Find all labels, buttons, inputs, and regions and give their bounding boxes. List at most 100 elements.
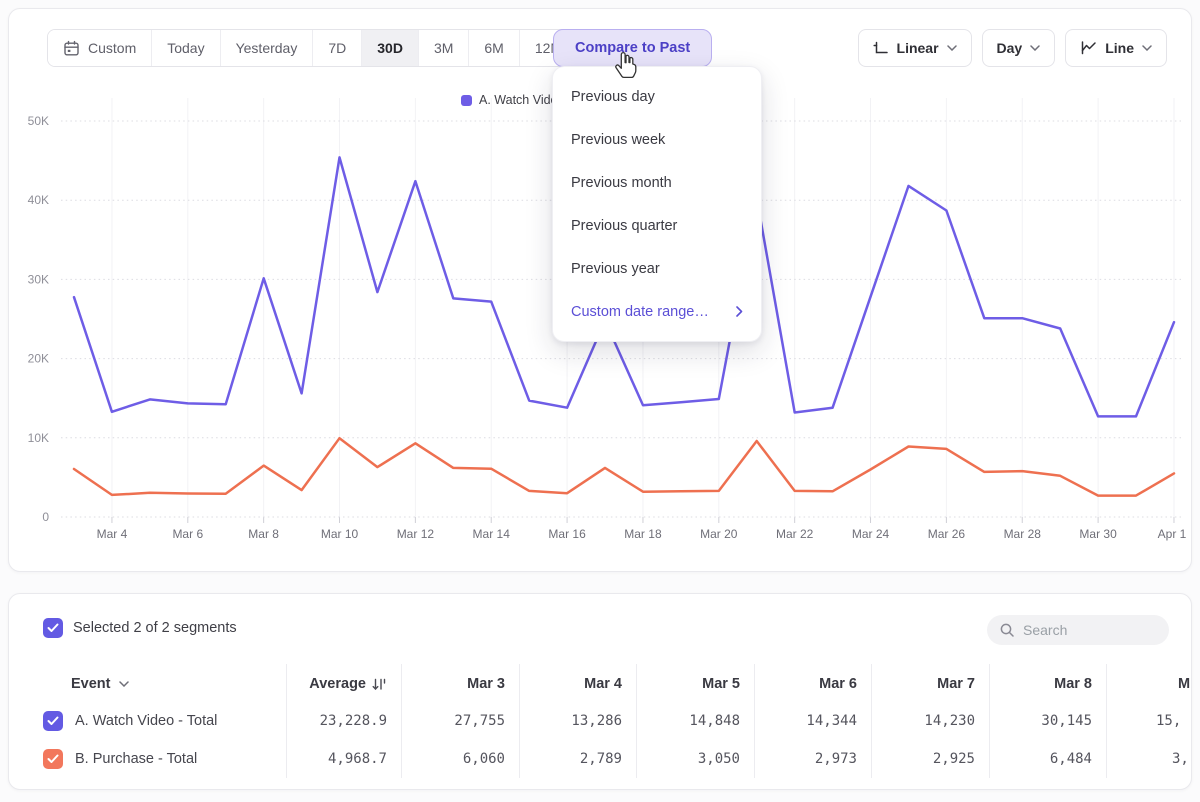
range-button-30d[interactable]: 30D	[362, 30, 419, 66]
x-tick-label: Mar 16	[548, 527, 586, 541]
compare-to-past-label: Compare to Past	[575, 40, 690, 56]
value-cell: 2,789	[519, 751, 636, 767]
range-button-yesterday[interactable]: Yesterday	[221, 30, 314, 66]
column-header-mar-4: Mar 4	[519, 676, 636, 692]
segment-label: A. Watch Video - Total	[75, 713, 217, 729]
date-range-segmented-control: CustomTodayYesterday7D30D3M6M12M	[47, 29, 578, 67]
range-button-label: 3M	[434, 40, 453, 56]
compare-to-past-menu: Previous day Previous week Previous month P…	[552, 66, 762, 342]
x-tick-label: Mar 26	[928, 527, 966, 541]
menu-item-label: Previous week	[571, 132, 665, 148]
calendar-icon	[63, 40, 80, 57]
y-tick-label: 10K	[28, 431, 49, 445]
table-row-a-watch-video-total: A. Watch Video - Total 23,228.927,75513,2…	[9, 702, 1192, 740]
column-divider	[871, 664, 872, 778]
menu-item-previous-day[interactable]: Previous day	[553, 75, 761, 118]
linear-scale-icon	[873, 40, 889, 56]
column-divider	[286, 664, 287, 778]
segment-checkbox[interactable]	[43, 749, 63, 769]
column-header-mar-3: Mar 3	[401, 676, 519, 692]
value-cell: 27,755	[401, 713, 519, 729]
value-cell: 14,230	[871, 713, 989, 729]
compare-to-past-button[interactable]: Compare to Past	[553, 29, 712, 67]
y-tick-label: 50K	[28, 114, 49, 128]
chevron-down-icon	[1030, 45, 1040, 51]
value-cell: 3,050	[636, 751, 754, 767]
menu-item-label: Previous month	[571, 175, 672, 191]
range-button-label: Yesterday	[236, 40, 298, 56]
range-button-custom[interactable]: Custom	[48, 30, 152, 66]
x-tick-label: Mar 20	[700, 527, 738, 541]
value-cell: 6,060	[401, 751, 519, 767]
value-cell-clipped: 3,	[1106, 751, 1192, 767]
y-tick-label: 30K	[28, 272, 49, 286]
range-button-3m[interactable]: 3M	[419, 30, 469, 66]
search-input[interactable]	[1023, 622, 1153, 638]
menu-item-previous-week[interactable]: Previous week	[553, 118, 761, 161]
y-tick-label: 40K	[28, 193, 49, 207]
check-icon	[47, 623, 59, 633]
x-tick-label: Mar 30	[1079, 527, 1117, 541]
column-header-mar-5: Mar 5	[636, 676, 754, 692]
average-header-label: Average	[309, 676, 366, 692]
value-cell: 6,484	[989, 751, 1106, 767]
check-icon	[47, 716, 59, 726]
table-header-row: EventAverageMar 3Mar 4Mar 5Mar 6Mar 7Mar…	[9, 666, 1192, 702]
x-tick-label: Mar 8	[248, 527, 279, 541]
value-cell: 30,145	[989, 713, 1106, 729]
column-header-mar-6: Mar 6	[754, 676, 871, 692]
range-button-label: Custom	[88, 40, 136, 56]
value-cell: 13,286	[519, 713, 636, 729]
column-divider	[519, 664, 520, 778]
segment-search[interactable]	[987, 615, 1169, 645]
value-cell: 14,848	[636, 713, 754, 729]
column-divider	[754, 664, 755, 778]
range-button-7d[interactable]: 7D	[313, 30, 362, 66]
range-button-6m[interactable]: 6M	[469, 30, 519, 66]
x-tick-label: Mar 28	[1004, 527, 1042, 541]
granularity-dropdown-button[interactable]: Day	[982, 29, 1056, 67]
chart-type-dropdown-button[interactable]: Line	[1065, 29, 1167, 67]
granularity-label: Day	[997, 40, 1023, 56]
scale-dropdown-button[interactable]: Linear	[858, 29, 972, 67]
menu-item-label: Previous year	[571, 261, 660, 277]
menu-item-previous-year[interactable]: Previous year	[553, 247, 761, 290]
x-tick-label: Mar 4	[97, 527, 128, 541]
x-tick-label: Apr 1	[1158, 527, 1187, 541]
y-tick-label: 20K	[28, 352, 49, 366]
analytics-dashboard: CustomTodayYesterday7D30D3M6M12M Compare…	[0, 0, 1200, 802]
x-tick-label: Mar 12	[397, 527, 435, 541]
column-header-average[interactable]: Average	[286, 676, 401, 692]
range-button-today[interactable]: Today	[152, 30, 220, 66]
menu-item-custom-date-range[interactable]: Custom date range…	[553, 290, 761, 333]
menu-item-label: Previous day	[571, 89, 655, 105]
range-button-label: 7D	[328, 40, 346, 56]
value-cell: 14,344	[754, 713, 871, 729]
segments-card: Selected 2 of 2 segments EventAverageMar…	[8, 593, 1192, 790]
menu-item-label: Previous quarter	[571, 218, 677, 234]
menu-item-previous-quarter[interactable]: Previous quarter	[553, 204, 761, 247]
column-header-mar-8: Mar 8	[989, 676, 1106, 692]
menu-item-previous-month[interactable]: Previous month	[553, 161, 761, 204]
x-tick-label: Mar 6	[172, 527, 203, 541]
line-chart-icon	[1080, 40, 1097, 56]
column-header-event[interactable]: Event	[49, 676, 286, 692]
search-icon	[999, 622, 1015, 638]
chevron-down-icon	[1142, 45, 1152, 51]
chevron-down-icon	[947, 45, 957, 51]
menu-item-label: Custom date range…	[571, 304, 709, 320]
range-button-label: Today	[167, 40, 204, 56]
x-tick-label: Mar 22	[776, 527, 814, 541]
value-cell: 2,925	[871, 751, 989, 767]
select-all-checkbox[interactable]	[43, 618, 63, 638]
segment-checkbox[interactable]	[43, 711, 63, 731]
chart-type-label: Line	[1105, 40, 1134, 56]
table-row-b-purchase-total: B. Purchase - Total4,968.76,0602,7893,05…	[9, 740, 1192, 778]
value-cell-clipped: 15,	[1106, 713, 1192, 729]
event-cell: B. Purchase - Total	[49, 749, 286, 769]
column-divider	[401, 664, 402, 778]
x-tick-label: Mar 18	[624, 527, 662, 541]
chevron-right-icon	[736, 306, 743, 317]
y-tick-label: 0	[42, 510, 49, 524]
value-cell: 23,228.9	[286, 713, 401, 729]
